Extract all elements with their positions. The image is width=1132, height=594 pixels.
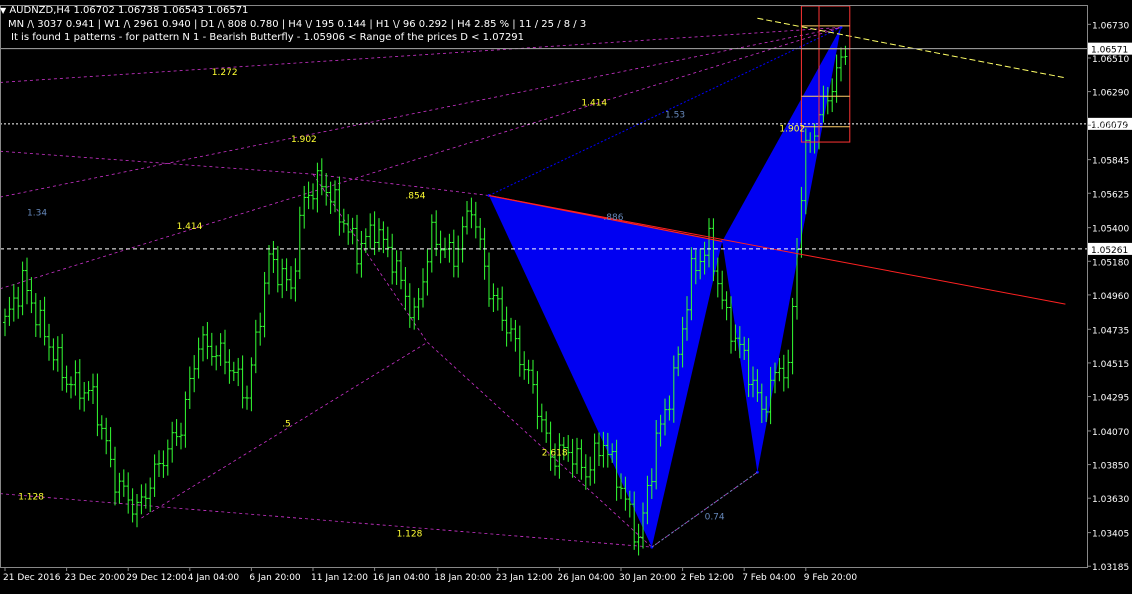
fib-label: 1.53 [665, 111, 685, 121]
y-tick-label: 1.05180 [1092, 258, 1129, 268]
y-tick-label: 1.04960 [1092, 292, 1129, 302]
x-tick-label: 4 Jan 04:00 [188, 573, 240, 583]
x-tick-label: 6 Jan 20:00 [249, 573, 301, 583]
x-tick-label: 9 Feb 20:00 [804, 573, 858, 583]
x-tick-label: 16 Jan 04:00 [373, 573, 430, 583]
y-tick-label: 1.03850 [1092, 462, 1129, 472]
x-tick-label: 23 Dec 20:00 [65, 573, 126, 583]
y-tick-label: 1.04735 [1092, 326, 1129, 336]
fib-label: 1.272 [212, 68, 238, 78]
fib-label: .854 [405, 192, 425, 202]
y-tick-label: 1.05400 [1092, 225, 1129, 235]
x-tick-label: 7 Feb 04:00 [742, 573, 796, 583]
y-tick-label: 1.06730 [1092, 21, 1129, 31]
fib-label: .5 [282, 419, 291, 429]
y-tick-label: 1.04515 [1092, 360, 1129, 370]
y-tick-label: 1.03185 [1092, 563, 1129, 573]
y-tick-label: 1.03405 [1092, 530, 1129, 540]
y-tick-label: 1.03630 [1092, 495, 1129, 505]
y-tick-label: 1.04295 [1092, 394, 1129, 404]
x-tick-label: 30 Jan 20:00 [619, 573, 676, 583]
x-tick-label: 18 Jan 20:00 [434, 573, 491, 583]
x-tick-label: 26 Jan 04:00 [557, 573, 614, 583]
fib-label: 1.34 [27, 208, 47, 218]
x-tick-label: 2 Feb 12:00 [681, 573, 735, 583]
price-chart[interactable]: 1.065711.060791.05261 1.2721.4141.531.90… [0, 0, 1132, 590]
x-tick-label: 21 Dec 2016 [3, 573, 61, 583]
y-tick-label: 1.06070 [1092, 122, 1129, 132]
fib-label: 1.902 [291, 135, 317, 145]
price-line-label: 1.05261 [1091, 246, 1128, 256]
symbol-line: AUDNZD,H4 1.06702 1.06738 1.06543 1.0657… [9, 5, 249, 16]
y-tick-label: 1.04070 [1092, 428, 1129, 438]
x-tick-label: 11 Jan 12:00 [311, 573, 368, 583]
y-tick-label: 1.05845 [1092, 157, 1129, 167]
fib-label: .886 [603, 213, 623, 223]
y-tick-label: 1.06290 [1092, 89, 1129, 99]
symbol-header: ▼ AUDNZD,H4 1.06702 1.06738 1.06543 1.06… [0, 5, 248, 16]
fib-label: 1.902 [779, 124, 805, 134]
fib-label: 1.414 [581, 98, 607, 108]
y-tick-label: 1.06510 [1092, 55, 1129, 65]
fib-label: 0.74 [705, 513, 725, 523]
fib-label: 1.128 [397, 529, 423, 539]
stats-line: MN /\ 3037 0.941 | W1 /\ 2961 0.940 | D1… [8, 19, 587, 30]
y-tick-label: 1.05625 [1092, 190, 1129, 200]
x-tick-label: 23 Jan 12:00 [496, 573, 553, 583]
collapse-arrow-icon[interactable]: ▼ [0, 6, 6, 15]
fib-label: 1.414 [177, 222, 203, 232]
pattern-line: It is found 1 patterns - for pattern N 1… [11, 32, 525, 43]
fib-label: 2.618 [542, 448, 568, 458]
fib-label: 1.128 [18, 493, 44, 503]
x-tick-label: 29 Dec 12:00 [126, 573, 187, 583]
chart-area[interactable]: 1.06571 1.06079 1.05261 1.272 1.414 1.53 1.90… [0, 0, 1132, 590]
